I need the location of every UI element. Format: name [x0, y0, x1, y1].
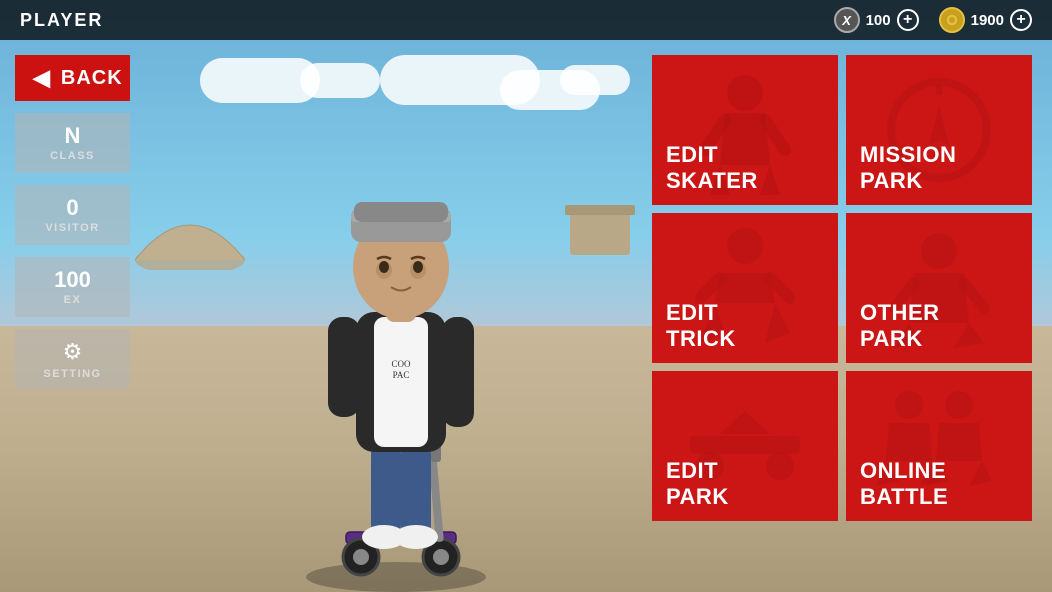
x-icon: X — [834, 7, 860, 33]
visitor-stat-box: 0 VISITOR — [15, 185, 130, 245]
other-park-label: OTHER PARK — [860, 300, 940, 351]
mission-park-button[interactable]: MISSION PARK — [846, 55, 1032, 205]
class-stat-box: N CLASS — [15, 113, 130, 173]
online-battle-button[interactable]: ONLINE BATTLE — [846, 371, 1032, 521]
class-value: N — [65, 125, 81, 147]
character-area: COO PAC — [150, 40, 642, 592]
coin-icon — [939, 7, 965, 33]
edit-trick-button[interactable]: EDIT TRICK — [652, 213, 838, 363]
setting-label: SETTING — [43, 368, 101, 380]
x-currency: X 100 + — [834, 7, 919, 33]
x-amount: 100 — [866, 12, 891, 29]
coin-currency: 1900 + — [939, 7, 1032, 33]
coin-amount: 1900 — [971, 12, 1004, 29]
page-title: PLAYER — [20, 10, 103, 31]
edit-park-label: EDIT PARK — [666, 458, 729, 509]
online-battle-label: ONLINE BATTLE — [860, 458, 948, 509]
character-figure: COO PAC — [236, 102, 556, 592]
svg-text:PAC: PAC — [393, 370, 410, 380]
back-label: BACK — [61, 67, 123, 90]
header-currencies: X 100 + 1900 + — [834, 7, 1032, 33]
svg-text:COO: COO — [391, 359, 411, 369]
header: PLAYER X 100 + 1900 + — [0, 0, 1052, 40]
setting-button[interactable]: ⚙ SETTING — [15, 329, 130, 389]
mission-park-label: MISSION PARK — [860, 142, 956, 193]
ex-label: EX — [64, 294, 82, 306]
x-add-button[interactable]: + — [897, 9, 919, 31]
left-panel: ◀ BACK N CLASS 0 VISITOR 100 EX ⚙ SETTIN… — [0, 40, 145, 592]
edit-skater-label: EDIT SKATER — [666, 142, 758, 193]
class-label: CLASS — [50, 150, 95, 162]
visitor-label: VISITOR — [45, 222, 99, 234]
edit-park-button[interactable]: EDIT PARK — [652, 371, 838, 521]
coin-add-button[interactable]: + — [1010, 9, 1032, 31]
gear-icon: ⚙ — [63, 339, 83, 365]
back-button[interactable]: ◀ BACK — [15, 55, 130, 101]
edit-skater-button[interactable]: EDIT SKATER — [652, 55, 838, 205]
visitor-value: 0 — [66, 197, 78, 219]
back-arrow-icon: ◀ — [33, 65, 51, 91]
menu-grid: EDIT SKATER MISSION PARK — [652, 55, 1032, 521]
ex-stat-box: 100 EX — [15, 257, 130, 317]
edit-trick-label: EDIT TRICK — [666, 300, 736, 351]
other-park-button[interactable]: OTHER PARK — [846, 213, 1032, 363]
ex-value: 100 — [54, 269, 91, 291]
